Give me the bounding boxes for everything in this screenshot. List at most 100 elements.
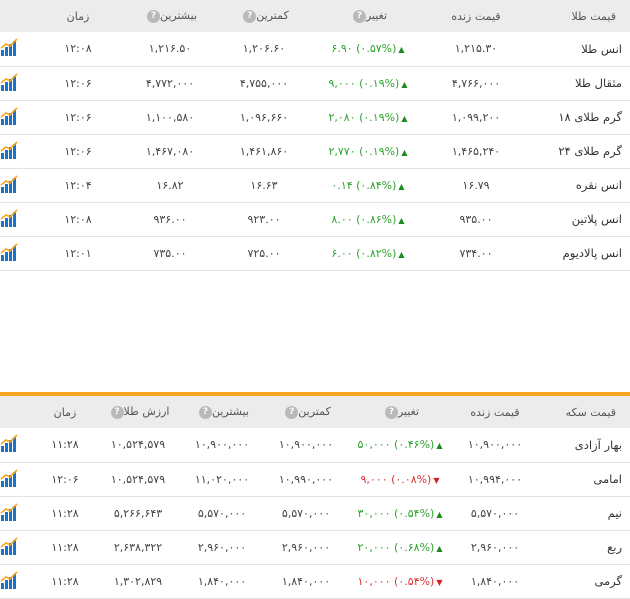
- coin-gold-value: ۵,۲۶۶,۶۴۳: [113, 506, 163, 520]
- header-time: زمان: [53, 405, 77, 419]
- help-icon[interactable]: ?: [243, 9, 257, 23]
- header-gold-name: قیمت طلا: [571, 9, 616, 23]
- table-row: انس نقره ۱۶.۷۹ ▲۰.۱۴ (۰.۸۴%) ۱۶.۶۳ ۱۶.۸۲ ۱۲:۰…: [0, 168, 630, 202]
- gold-live-price: ۱,۰۹۹,۲۰۰: [451, 110, 501, 124]
- gold-change: ▲۰.۱۴ (۰.۸۴%): [310, 168, 426, 202]
- header-live-price: قیمت زنده: [451, 9, 501, 23]
- header-change-label: تغییر: [397, 405, 420, 419]
- gold-name: گرم طلای ۱۸: [558, 110, 622, 124]
- bar-chart-icon[interactable]: [0, 32, 34, 66]
- arrow-down-icon: ▼: [436, 577, 443, 587]
- coin-gold-value: ۱,۳۰۲,۸۲۹: [113, 574, 163, 588]
- gold-low: ۹۲۳.۰۰: [247, 212, 281, 226]
- table-row: گرمی ۱,۸۴۰,۰۰۰ ▼۱۰,۰۰۰ (۰.۵۴%) ۱,۸۴۰,۰۰۰ ۱,۸…: [0, 564, 630, 598]
- arrow-up-icon: ▲: [398, 249, 405, 259]
- arrow-up-icon: ▲: [401, 147, 408, 157]
- arrow-up-icon: ▲: [398, 215, 405, 225]
- gold-change: ▲۶.۰۰ (۰.۸۲%): [310, 236, 426, 270]
- arrow-up-icon: ▲: [401, 79, 408, 89]
- coin-change: ▲۲۰,۰۰۰ (۰.۶۸%): [348, 530, 452, 564]
- table-row: انس طلا ۱,۲۱۵.۳۰ ▲۶.۹۰ (۰.۵۷%) ۱,۲۰۶.۶۰ ۱,۲۱…: [0, 32, 630, 66]
- bar-chart-icon[interactable]: [0, 530, 34, 564]
- help-icon[interactable]: ?: [352, 9, 366, 23]
- arrow-up-icon: ▲: [436, 543, 443, 553]
- header-time: زمان: [66, 9, 90, 23]
- gold-low: ۷۲۵.۰۰: [247, 246, 281, 260]
- coin-live-price: ۲,۹۶۰,۰۰۰: [470, 540, 520, 554]
- bar-chart-icon[interactable]: [0, 236, 34, 270]
- header-gold-value-label: ارزش طلا: [123, 405, 170, 419]
- gold-time: ۱۲:۰۸: [64, 212, 92, 226]
- help-icon[interactable]: ?: [384, 405, 398, 419]
- coin-live-price: ۱,۸۴۰,۰۰۰: [470, 574, 520, 588]
- arrow-up-icon: ▲: [398, 45, 405, 55]
- bar-chart-icon[interactable]: [0, 202, 34, 236]
- arrow-down-icon: ▼: [433, 475, 440, 485]
- table-row: انس پالادیوم ۷۳۴.۰۰ ▲۶.۰۰ (۰.۸۲%) ۷۲۵.۰۰ ۷۳۵…: [0, 236, 630, 270]
- header-low: کمترین?: [264, 396, 348, 428]
- coin-low: ۵,۵۷۰,۰۰۰: [281, 506, 331, 520]
- coin-gold-value: ۱۰,۵۲۴,۵۷۹: [110, 438, 166, 452]
- gold-change: ▲۹,۰۰۰ (۰.۱۹%): [310, 66, 426, 100]
- coin-time: ۱۱:۲۸: [51, 574, 79, 588]
- coin-live-price: ۱۰,۹۰۰,۰۰۰: [467, 438, 523, 452]
- header-change-label: تغییر: [365, 9, 388, 23]
- help-icon[interactable]: ?: [110, 405, 124, 419]
- gold-live-price: ۱۶.۷۹: [462, 178, 490, 192]
- gold-change: ▲۲,۷۷۰ (۰.۱۹%): [310, 134, 426, 168]
- table-row: ربع ۲,۹۶۰,۰۰۰ ▲۲۰,۰۰۰ (۰.۶۸%) ۲,۹۶۰,۰۰۰ ۲,۹۶…: [0, 530, 630, 564]
- coin-low: ۲,۹۶۰,۰۰۰: [281, 540, 331, 554]
- coin-high: ۱,۸۴۰,۰۰۰: [197, 574, 247, 588]
- gold-time: ۱۲:۰۶: [64, 144, 92, 158]
- gold-change-value: ۹,۰۰۰ (۰.۱۹%): [328, 76, 400, 90]
- gold-low: ۱,۴۶۱,۸۶۰: [239, 144, 289, 158]
- header-high-label: بیشترین: [159, 9, 198, 23]
- coin-time: ۱۲:۰۶: [51, 472, 79, 486]
- table-row: مثقال طلا ۴,۷۶۶,۰۰۰ ▲۹,۰۰۰ (۰.۱۹%) ۴,۷۵۵,۰۰…: [0, 66, 630, 100]
- arrow-up-icon: ▲: [436, 441, 443, 451]
- gold-change-value: ۰.۱۴ (۰.۸۴%): [331, 178, 397, 192]
- gold-high: ۴,۷۷۲,۰۰۰: [145, 76, 195, 90]
- table-row: گرم طلای ۱۸ ۱,۰۹۹,۲۰۰ ▲۲,۰۸۰ (۰.۱۹%) ۱,۰۹۶,…: [0, 100, 630, 134]
- gold-low: ۱,۲۰۶.۶۰: [242, 42, 286, 56]
- coin-change-value: ۵۰,۰۰۰ (۰.۴۶%): [357, 438, 435, 452]
- gold-high: ۹۳۶.۰۰: [153, 212, 187, 226]
- help-icon[interactable]: ?: [285, 405, 299, 419]
- gold-time: ۱۲:۰۸: [64, 42, 92, 56]
- gold-table-header: قیمت طلا قیمت زنده تغییر? کمترین? بیشتری…: [0, 0, 630, 32]
- gold-live-price: ۱,۲۱۵.۳۰: [454, 42, 498, 56]
- coin-high: ۱۰,۹۰۰,۰۰۰: [194, 438, 250, 452]
- gold-change: ▲۸.۰۰ (۰.۸۶%): [310, 202, 426, 236]
- gold-name: انس پالادیوم: [562, 246, 622, 260]
- bar-chart-icon[interactable]: [0, 496, 34, 530]
- coin-high: ۲,۹۶۰,۰۰۰: [197, 540, 247, 554]
- arrow-up-icon: ▲: [401, 113, 408, 123]
- arrow-up-icon: ▲: [436, 509, 443, 519]
- coin-gold-value: ۲,۶۳۸,۳۲۲: [113, 540, 163, 554]
- coin-name: نیم: [607, 506, 622, 520]
- gold-price-table: قیمت طلا قیمت زنده تغییر? کمترین? بیشتری…: [0, 0, 630, 271]
- help-icon[interactable]: ?: [198, 405, 212, 419]
- bar-chart-icon[interactable]: [0, 134, 34, 168]
- coin-low: ۱,۸۴۰,۰۰۰: [281, 574, 331, 588]
- help-icon[interactable]: ?: [146, 9, 160, 23]
- gold-time: ۱۲:۰۶: [64, 76, 92, 90]
- coin-change-value: ۹,۰۰۰ (۰.۰۸%): [360, 472, 432, 486]
- bar-chart-icon[interactable]: [0, 168, 34, 202]
- bar-chart-icon[interactable]: [0, 428, 34, 462]
- header-low-label: کمترین: [256, 9, 289, 23]
- coin-high: ۵,۵۷۰,۰۰۰: [197, 506, 247, 520]
- bar-chart-icon[interactable]: [0, 564, 34, 598]
- coin-time: ۱۱:۲۸: [51, 540, 79, 554]
- gold-name: گرم طلای ۲۴: [558, 144, 622, 158]
- header-chart: [0, 396, 34, 428]
- header-gold-value: ارزش طلا?: [96, 396, 180, 428]
- bar-chart-icon[interactable]: [0, 100, 34, 134]
- gold-time: ۱۲:۰۶: [64, 110, 92, 124]
- header-low-label: کمترین: [298, 405, 331, 419]
- bar-chart-icon[interactable]: [0, 462, 34, 496]
- bar-chart-icon[interactable]: [0, 66, 34, 100]
- gold-high: ۱,۱۰۰,۵۸۰: [145, 110, 195, 124]
- gold-change-value: ۲,۷۷۰ (۰.۱۹%): [328, 144, 400, 158]
- coin-name: بهار آزادی: [574, 437, 622, 452]
